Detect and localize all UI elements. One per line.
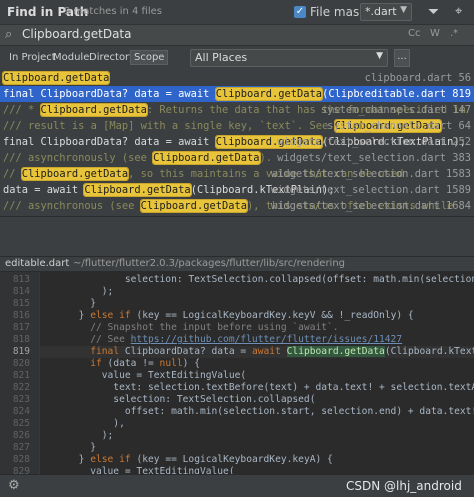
line-number: 826 xyxy=(12,430,30,441)
code-line[interactable]: final ClipboardData? data = await Clipbo… xyxy=(40,346,474,358)
line-number: 819 xyxy=(12,346,30,357)
result-row[interactable]: // Clipboard.getData, so this maintains … xyxy=(0,166,474,182)
scope-dropdown-value: All Places xyxy=(195,51,248,64)
file-mask-checkbox[interactable]: ✓ xyxy=(294,6,306,18)
tab-scope[interactable]: Scope xyxy=(130,50,169,65)
chevron-down-icon: ▼ xyxy=(400,5,407,15)
code-line[interactable]: // Snapshot the input before using `awai… xyxy=(44,322,474,334)
code-line[interactable]: ); xyxy=(44,430,474,442)
code-line[interactable]: } else if (key == LogicalKeyboardKey.key… xyxy=(44,310,474,322)
code-line[interactable]: text: selection.textBefore(text) + data.… xyxy=(44,382,474,394)
match-highlight: Clipboard.getData xyxy=(83,183,192,197)
match-highlight: Clipboard.getData xyxy=(139,199,249,213)
match-highlight: Clipboard.getData xyxy=(20,167,130,181)
line-number: 824 xyxy=(12,406,30,417)
code-line[interactable]: selection: TextSelection.collapsed( xyxy=(44,394,474,406)
line-number: 828 xyxy=(12,454,30,465)
match-highlight: Clipboard.getData xyxy=(39,103,148,117)
code-line[interactable]: value = TextEditingValue( xyxy=(44,466,474,474)
code-line[interactable]: offset: math.min(selection.start, select… xyxy=(44,406,474,418)
line-number: 821 xyxy=(12,370,30,381)
result-row[interactable]: final ClipboardData? data = await Clipbo… xyxy=(0,134,474,150)
filter-icon[interactable]: ⏷ xyxy=(428,4,439,20)
line-number: 814 xyxy=(12,286,30,297)
scope-dropdown[interactable]: All Places ▼ xyxy=(190,49,388,67)
match-highlight: Clipboard.getData xyxy=(152,151,261,165)
code-preview[interactable]: 813 814 815 816 817 818 819 820 821 822 823 824 825 8… xyxy=(0,272,474,474)
watermark: CSDN @lhj_android xyxy=(346,479,462,493)
line-number: 815 xyxy=(12,298,30,309)
search-field[interactable]: ⌕ Clipboard.getData Cc W .* xyxy=(0,24,474,46)
result-row[interactable]: /// result is a [Map] with a single key,… xyxy=(0,118,474,134)
result-location: widgets/text_selection.dart 383 xyxy=(277,152,471,164)
line-number: 822 xyxy=(12,382,30,393)
line-number: 823 xyxy=(12,394,30,405)
line-number: 818 xyxy=(12,334,30,345)
gear-icon[interactable]: ⚙ xyxy=(8,478,20,493)
line-number: 813 xyxy=(12,274,30,285)
result-location: widgets/text_selection.dart 252 xyxy=(277,136,471,148)
preview-file-name: editable.dart xyxy=(5,258,70,269)
result-location: system_channels.dart 147 xyxy=(320,104,471,116)
code-line[interactable]: } else if (key == LogicalKeyboardKey.key… xyxy=(44,454,474,466)
results-list: Clipboard.getData clipboard.dart 56 final … xyxy=(0,68,474,216)
line-number: 825 xyxy=(12,418,30,429)
scope-bar: In Project Module Directory Scope All Pl… xyxy=(0,46,474,68)
preview-file-path: ~/flutter/flutter2.0.3/packages/flutter/… xyxy=(73,258,346,269)
regex-toggle[interactable]: .* xyxy=(450,28,458,39)
result-row[interactable]: data = await Clipboard.getData(Clipboard… xyxy=(0,182,474,198)
code-line[interactable]: } xyxy=(44,442,474,454)
result-location: widgets/text_selection.dart 1589 xyxy=(270,184,471,196)
result-location: system_channels.dart 64 xyxy=(327,120,471,132)
result-row[interactable]: Clipboard.getData clipboard.dart 56 xyxy=(0,70,474,86)
result-row[interactable]: final ClipboardData? data = await Clipbo… xyxy=(0,86,474,102)
result-row[interactable]: /// asynchronously (see Clipboard.getDat… xyxy=(0,150,474,166)
code-line[interactable]: if (data != null) { xyxy=(44,358,474,370)
code-line[interactable]: ); xyxy=(44,286,474,298)
match-highlight: Clipboard.getData xyxy=(1,71,111,85)
code-line[interactable]: selection: TextSelection.collapsed(offse… xyxy=(44,274,474,286)
match-case-toggle[interactable]: Cc xyxy=(408,28,420,39)
title-bar: Find in Path 9 matches in 4 files ✓ File… xyxy=(0,0,474,24)
line-number: 820 xyxy=(12,358,30,369)
line-number: 816 xyxy=(12,310,30,321)
more-button[interactable]: ... xyxy=(394,49,410,67)
code-line[interactable]: // See https://github.com/flutter/flutte… xyxy=(44,334,474,346)
line-number: 817 xyxy=(12,322,30,333)
result-text: /// asynchronously (see Clipboard.getDat… xyxy=(3,151,273,165)
line-number: 827 xyxy=(12,442,30,453)
result-row[interactable]: /// * Clipboard.getData: Returns the dat… xyxy=(0,102,474,118)
preview-header: editable.dart ~/flutter/flutter2.0.3/pac… xyxy=(0,256,474,272)
result-location: widgets/text_selection.dart 1684 xyxy=(270,200,471,212)
search-icon: ⌕ xyxy=(5,27,13,42)
pin-icon[interactable]: ⌖ xyxy=(455,4,462,19)
file-mask-value: *.dart xyxy=(365,5,397,18)
result-text: Clipboard.getData xyxy=(1,70,111,86)
result-row[interactable]: /// asynchronous (see Clipboard.getData)… xyxy=(0,198,474,214)
tab-directory[interactable]: Directory xyxy=(89,52,135,63)
match-highlight: Clipboard.getData xyxy=(214,87,324,101)
code-line[interactable]: } xyxy=(44,298,474,310)
chevron-down-icon: ▼ xyxy=(376,51,383,61)
file-mask-dropdown[interactable]: *.dart ▼ xyxy=(360,3,412,21)
whole-word-toggle[interactable]: W xyxy=(430,28,440,39)
code-line[interactable]: ), xyxy=(44,418,474,430)
search-input[interactable]: Clipboard.getData xyxy=(22,27,132,41)
line-number: 829 xyxy=(12,466,30,474)
result-location: editable.dart 819 xyxy=(362,86,471,102)
splitter[interactable] xyxy=(0,216,474,256)
code-line[interactable]: value = TextEditingValue( xyxy=(44,370,474,382)
tab-in-project[interactable]: In Project xyxy=(9,52,56,63)
match-count: 9 matches in 4 files xyxy=(64,6,162,17)
result-location: widgets/text_selection.dart 1583 xyxy=(270,168,471,180)
tab-module[interactable]: Module xyxy=(53,52,89,63)
bottom-bar: ⚙ CSDN @lhj_android xyxy=(0,474,474,497)
result-location: clipboard.dart 56 xyxy=(364,72,471,84)
line-gutter: 813 814 815 816 817 818 819 820 821 822 823 824 825 8… xyxy=(0,272,40,474)
